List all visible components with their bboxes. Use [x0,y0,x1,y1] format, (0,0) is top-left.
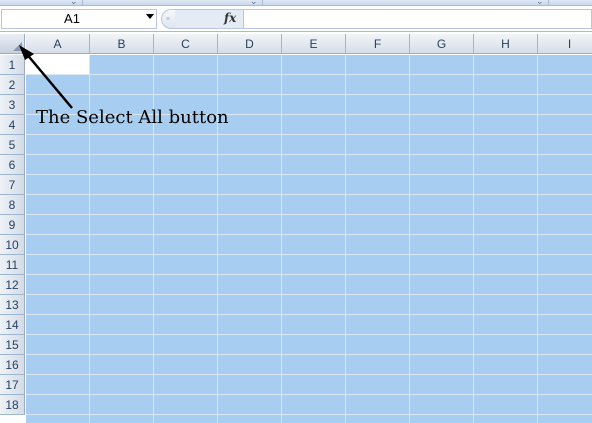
row-header-9[interactable]: 9 [0,215,25,235]
column-header-c[interactable]: C [154,34,218,54]
column-header-i[interactable]: I [538,34,592,54]
drag-handle-icon: ◦ [166,13,170,25]
row-header-10[interactable]: 10 [0,235,25,255]
name-box[interactable]: A1 [1,9,157,29]
column-header-d[interactable]: D [218,34,282,54]
column-header-g[interactable]: G [410,34,474,54]
column-header-a[interactable]: A [26,34,90,54]
row-header-3[interactable]: 3 [0,95,25,115]
row-header-12[interactable]: 12 [0,275,25,295]
row-header-6[interactable]: 6 [0,155,25,175]
insert-function-area: fx [175,9,243,29]
name-box-resize-handle[interactable]: ◦ [161,9,175,29]
row-header-18[interactable]: 18 [0,395,25,415]
insert-function-icon[interactable]: fx [224,11,236,25]
row-header-8[interactable]: 8 [0,195,25,215]
row-header-1[interactable]: 1 [0,55,25,75]
callout-text: The Select All button [36,107,229,128]
formula-bar: A1 ◦ fx [0,6,592,32]
row-header-5[interactable]: 5 [0,135,25,155]
row-header-17[interactable]: 17 [0,375,25,395]
active-cell[interactable] [26,55,89,74]
column-header-f[interactable]: F [346,34,410,54]
row-header-14[interactable]: 14 [0,315,25,335]
row-header-15[interactable]: 15 [0,335,25,355]
select-all-button[interactable] [0,34,25,54]
row-header-16[interactable]: 16 [0,355,25,375]
column-header-b[interactable]: B [90,34,154,54]
row-header-11[interactable]: 11 [0,255,25,275]
row-header-2[interactable]: 2 [0,75,25,95]
column-header-e[interactable]: E [282,34,346,54]
chevron-down-icon[interactable] [146,14,154,19]
row-header-13[interactable]: 13 [0,295,25,315]
name-box-value[interactable]: A1 [2,10,142,28]
row-header-7[interactable]: 7 [0,175,25,195]
row-header-4[interactable]: 4 [0,115,25,135]
column-header-h[interactable]: H [474,34,538,54]
worksheet-grid: ABCDEFGHI 1 2 3 4 5 6 7 8 9 10 11 12 13 14 15 16 17 18 [0,34,592,423]
formula-input[interactable] [243,9,592,29]
select-all-triangle-icon [13,42,22,51]
